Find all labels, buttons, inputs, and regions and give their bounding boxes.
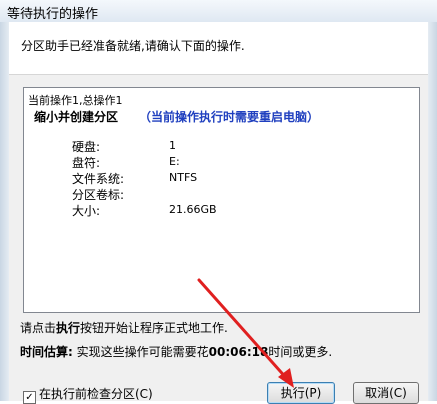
operation-summary: 当前操作1,总操作1 bbox=[28, 94, 123, 107]
header-message: 分区助手已经准备就绪,请确认下面的操作. bbox=[21, 39, 245, 53]
prop-value-disk: 1 bbox=[169, 139, 176, 152]
prop-label-drive-letter: 盘符: bbox=[72, 156, 101, 170]
prop-label-volume-label: 分区卷标: bbox=[72, 188, 125, 202]
window-frame-right bbox=[428, 22, 437, 401]
execute-hint: 请点击执行按钮开始让程序正式地工作. bbox=[20, 321, 228, 335]
operations-list[interactable]: 当前操作1,总操作1 缩小并创建分区 （当前操作执行时需要重启电脑） 硬盘: 1… bbox=[23, 87, 420, 313]
window-titlebar[interactable]: 等待执行的操作 bbox=[0, 0, 437, 23]
precheck-option[interactable]: ✓ 在执行前检查分区(C) bbox=[23, 385, 153, 404]
header-panel: 分区助手已经准备就绪,请确认下面的操作. bbox=[9, 22, 428, 75]
dialog-content: 当前操作1,总操作1 缩小并创建分区 （当前操作执行时需要重启电脑） 硬盘: 1… bbox=[9, 75, 428, 404]
time-estimate-label: 时间估算: bbox=[20, 345, 73, 359]
precheck-label: 在执行前检查分区(C) bbox=[39, 387, 153, 401]
prop-label-disk: 硬盘: bbox=[72, 140, 101, 154]
operation-title: 缩小并创建分区 bbox=[34, 110, 119, 124]
prop-value-drive-letter: E: bbox=[169, 155, 180, 168]
time-estimate: 时间估算: 实现这些操作可能需要花00:06:18时间或更多. bbox=[20, 345, 333, 359]
prop-label-size: 大小: bbox=[72, 204, 101, 218]
time-estimate-value: 00:06:18 bbox=[208, 345, 269, 359]
window-frame-left bbox=[0, 22, 9, 401]
precheck-checkbox[interactable]: ✓ bbox=[23, 391, 36, 404]
prop-value-size: 21.66GB bbox=[169, 203, 217, 216]
prop-label-filesystem: 文件系统: bbox=[72, 172, 125, 186]
window-title: 等待执行的操作 bbox=[7, 7, 99, 22]
prop-value-filesystem: NTFS bbox=[169, 171, 198, 184]
operation-note: （当前操作执行时需要重启电脑） bbox=[139, 110, 320, 124]
